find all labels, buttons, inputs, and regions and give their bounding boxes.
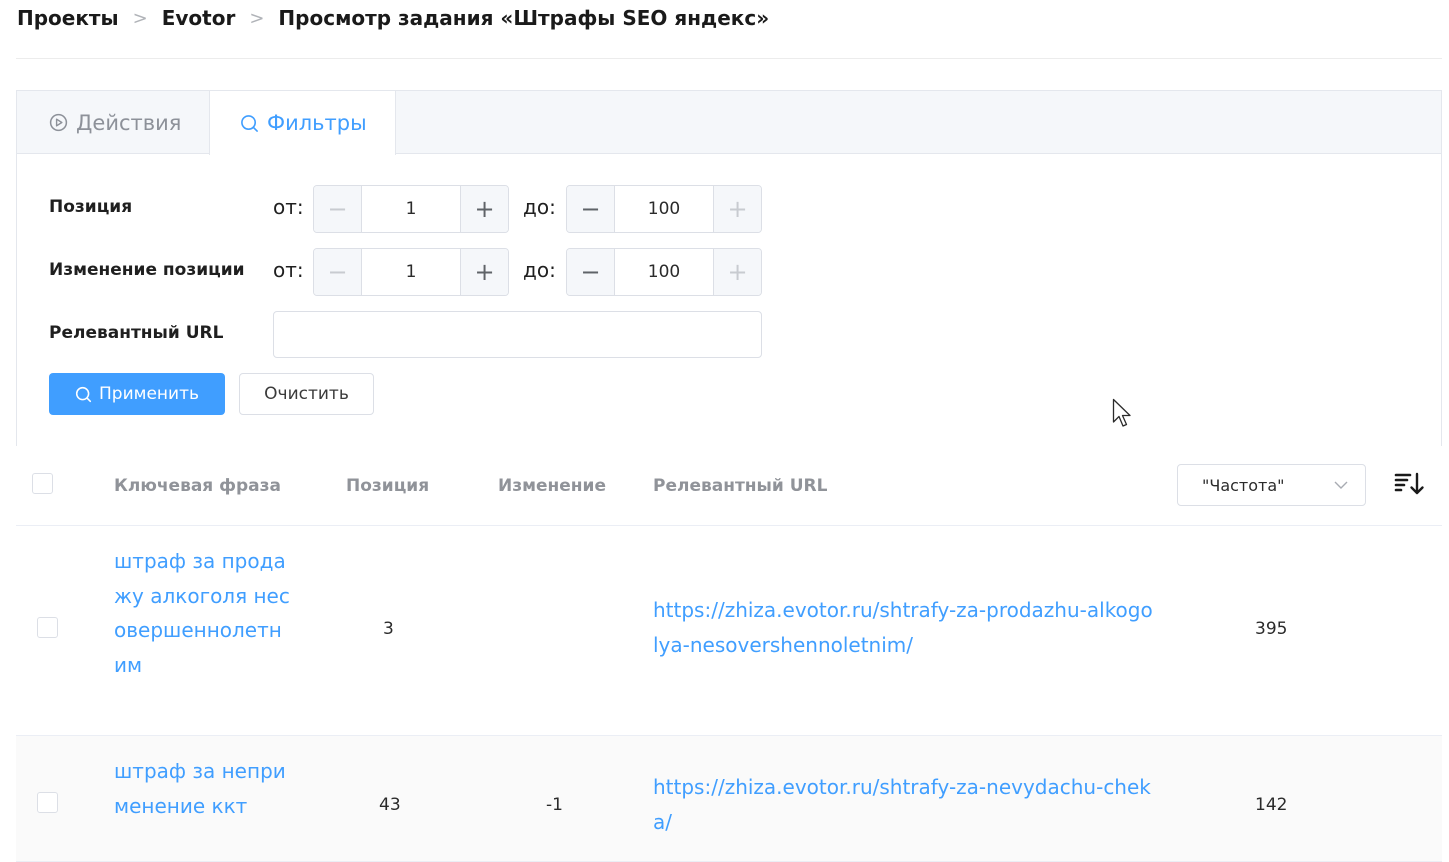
position-to-value[interactable]: 100	[615, 186, 713, 232]
sort-descending-icon[interactable]	[1394, 472, 1426, 496]
relevant-url-link[interactable]: https://zhiza.evotor.ru/shtrafy-za-nevyd…	[653, 770, 1153, 840]
select-all-checkbox[interactable]	[32, 473, 53, 494]
position-label: Позиция	[49, 197, 133, 217]
change-to-increment-button[interactable]: +	[713, 249, 761, 295]
chevron-down-icon	[1333, 477, 1349, 493]
relevant-url-input[interactable]	[273, 311, 762, 358]
sort-field-value: "Частота"	[1202, 475, 1285, 495]
position-to-label: до:	[523, 195, 556, 219]
change-to-decrement-button[interactable]: −	[567, 249, 615, 295]
filter-panel: Действия Фильтры Позиция от: − 1 + до: −…	[16, 90, 1442, 446]
table-row: штраф за продажу алкоголя несовершенноле…	[16, 526, 1442, 736]
clear-button[interactable]: Очистить	[239, 373, 374, 415]
header-divider	[16, 58, 1442, 59]
tab-filters[interactable]: Фильтры	[209, 91, 396, 155]
breadcrumb-separator-icon: >	[132, 7, 148, 29]
position-from-decrement-button[interactable]: −	[314, 186, 362, 232]
position-from-increment-button[interactable]: +	[460, 186, 508, 232]
frequency-value: 395	[1255, 619, 1288, 639]
position-from-value[interactable]: 1	[362, 186, 460, 232]
change-from-stepper: − 1 +	[313, 248, 509, 296]
change-from-decrement-button[interactable]: −	[314, 249, 362, 295]
search-icon	[75, 386, 92, 403]
change-to-label: до:	[523, 258, 556, 282]
position-to-decrement-button[interactable]: −	[567, 186, 615, 232]
column-header-keyword[interactable]: Ключевая фраза	[114, 446, 281, 526]
breadcrumb-evotor[interactable]: Evotor	[162, 6, 236, 30]
position-from-label: от:	[273, 195, 304, 219]
mouse-cursor-icon	[1112, 398, 1134, 434]
position-to-stepper: − 100 +	[566, 185, 762, 233]
column-header-position[interactable]: Позиция	[346, 446, 429, 526]
keyword-link[interactable]: штраф за неприменение ккт	[114, 754, 294, 823]
breadcrumb-projects[interactable]: Проекты	[17, 6, 119, 30]
tab-actions-label: Действия	[76, 110, 182, 135]
change-from-value[interactable]: 1	[362, 249, 460, 295]
change-from-label: от:	[273, 258, 304, 282]
sort-field-select[interactable]: "Частота"	[1177, 464, 1366, 506]
breadcrumb-separator-icon: >	[249, 7, 265, 29]
tab-filters-label: Фильтры	[267, 111, 367, 135]
row-checkbox[interactable]	[37, 792, 58, 813]
change-label: Изменение позиции	[49, 260, 245, 280]
apply-button-label: Применить	[99, 384, 199, 404]
breadcrumb-current-page: Просмотр задания «Штрафы SEO яндекс»	[278, 6, 770, 30]
tab-actions[interactable]: Действия	[17, 91, 210, 154]
column-header-change[interactable]: Изменение	[498, 446, 606, 526]
tab-bar: Действия Фильтры	[17, 91, 1441, 155]
search-icon	[240, 114, 259, 133]
position-to-increment-button[interactable]: +	[713, 186, 761, 232]
position-value: 43	[379, 795, 401, 815]
position-from-stepper: − 1 +	[313, 185, 509, 233]
change-from-increment-button[interactable]: +	[460, 249, 508, 295]
keyword-link[interactable]: штраф за продажу алкоголя несовершенноле…	[114, 544, 294, 682]
change-value: -1	[546, 795, 563, 815]
frequency-value: 142	[1255, 795, 1288, 815]
apply-button[interactable]: Применить	[49, 373, 225, 415]
position-value: 3	[383, 619, 394, 639]
table-row: штраф за неприменение ккт 43 -1 https://…	[16, 736, 1442, 862]
change-to-stepper: − 100 +	[566, 248, 762, 296]
relevant-url-link[interactable]: https://zhiza.evotor.ru/shtrafy-za-proda…	[653, 593, 1153, 663]
breadcrumb: Проекты > Evotor > Просмотр задания «Штр…	[17, 6, 769, 30]
play-circle-icon	[49, 113, 68, 132]
change-to-value[interactable]: 100	[615, 249, 713, 295]
table-header: Ключевая фраза Позиция Изменение Релеван…	[16, 446, 1442, 526]
relevant-url-label: Релевантный URL	[49, 323, 224, 343]
row-checkbox[interactable]	[37, 617, 58, 638]
column-header-url[interactable]: Релевантный URL	[653, 446, 827, 526]
